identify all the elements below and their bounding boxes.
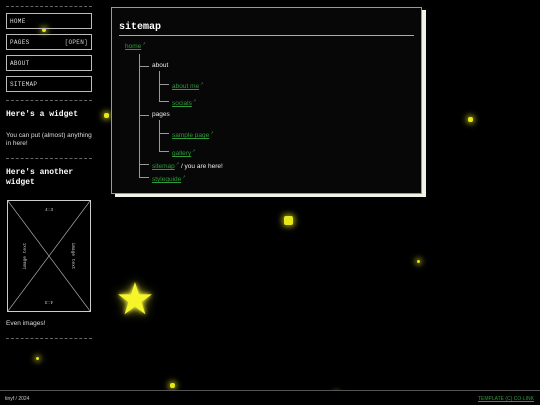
image-side-label: image text — [69, 242, 75, 270]
external-link-icon: ↗ — [175, 161, 180, 166]
nav-item-home[interactable]: HOME — [6, 13, 92, 29]
socials-link[interactable]: socials — [172, 100, 192, 107]
tree-connector — [159, 120, 160, 151]
tree-item-socials: socials↗ — [172, 97, 196, 108]
nav-item-about[interactable]: ABOUT — [6, 55, 92, 71]
tree-connector — [139, 177, 149, 178]
external-link-icon: ↗ — [182, 174, 186, 179]
current-page-indicator: / you are here! — [180, 163, 223, 171]
sitemap-link[interactable]: sitemap — [152, 163, 175, 170]
star-icon: ★ — [115, 275, 155, 324]
page: ★ HOME PAGES [OPEN] ABOUT SITEMAP Here's… — [0, 0, 540, 405]
widget-title: Here's a widget — [6, 110, 79, 119]
nav-item-sitemap[interactable]: SITEMAP — [6, 76, 92, 92]
tree-connector — [159, 133, 169, 134]
sample-page-link[interactable]: sample page — [172, 132, 209, 139]
home-link[interactable]: home — [125, 43, 141, 50]
tree-connector — [139, 164, 149, 165]
template-credit-link[interactable]: TEMPLATE (C) CO-LINK — [478, 396, 534, 402]
tree-connector — [159, 151, 169, 152]
sparkle-decoration — [468, 117, 473, 122]
nav-item-label: PAGES — [10, 38, 30, 46]
tree-connector — [139, 115, 149, 116]
sparkle-decoration — [284, 216, 293, 225]
tree-connector — [159, 71, 160, 101]
external-link-icon: ↗ — [210, 130, 214, 135]
image-side-label: image text — [23, 242, 29, 270]
sparkle-decoration — [36, 357, 39, 360]
nav-item-label: HOME — [10, 17, 26, 25]
tree-item-gallery: gallery↗ — [172, 147, 196, 158]
widget-text: Even images! — [6, 320, 46, 327]
image-ratio-label: 4:3 — [44, 208, 54, 213]
tree-item-styleguide: styleguide↗ — [152, 173, 186, 184]
sparkle-decoration — [104, 113, 109, 118]
external-link-icon: ↗ — [192, 148, 196, 153]
image-placeholder: 4:3 4:3 image text image text — [7, 200, 91, 312]
nav-item-pages[interactable]: PAGES [OPEN] — [6, 34, 92, 50]
sparkle-decoration — [417, 260, 420, 263]
about-me-link[interactable]: about me — [172, 83, 199, 90]
footer: tinyf / 2024 TEMPLATE (C) CO-LINK — [0, 390, 540, 405]
divider — [6, 338, 92, 339]
tree-item-about: about — [152, 62, 168, 70]
tree-label: about — [152, 62, 169, 69]
tree-label: pages — [152, 111, 170, 118]
sidebar: HOME PAGES [OPEN] ABOUT SITEMAP Here's a… — [6, 6, 92, 345]
tree-connector — [159, 101, 169, 102]
tree-item-sample-page: sample page↗ — [172, 129, 214, 140]
footer-credit: tinyf / 2024 — [5, 396, 30, 402]
gallery-link[interactable]: gallery — [172, 150, 191, 157]
tree-item-about-me: about me↗ — [172, 80, 203, 91]
nav-item-tag: [OPEN] — [64, 38, 88, 46]
nav-item-label: SITEMAP — [10, 80, 38, 88]
divider — [6, 100, 92, 101]
image-placeholder-cross — [8, 201, 90, 311]
divider — [6, 6, 92, 7]
tree-connector — [139, 66, 149, 67]
tree-item-pages: pages — [152, 111, 170, 119]
external-link-icon: ↗ — [192, 98, 197, 103]
divider — [6, 158, 92, 159]
external-link-icon: ↗ — [200, 81, 204, 86]
page-title: sitemap — [119, 22, 414, 36]
widget-title: Here's another widget — [6, 168, 74, 187]
external-link-icon: ↗ — [142, 41, 146, 46]
styleguide-link[interactable]: styleguide — [152, 176, 181, 183]
sitemap-card: sitemap home↗ about about me↗ socials↗ p… — [111, 7, 422, 194]
widget-text: You can put (almost) anything in here! — [6, 132, 92, 147]
nav-item-label: ABOUT — [10, 59, 30, 67]
tree-item-sitemap: sitemap↗ / you are here! — [152, 160, 223, 171]
image-ratio-label: 4:3 — [44, 299, 54, 304]
sparkle-decoration — [170, 383, 175, 388]
tree-item-home: home↗ — [125, 40, 146, 51]
tree-connector — [159, 84, 169, 85]
